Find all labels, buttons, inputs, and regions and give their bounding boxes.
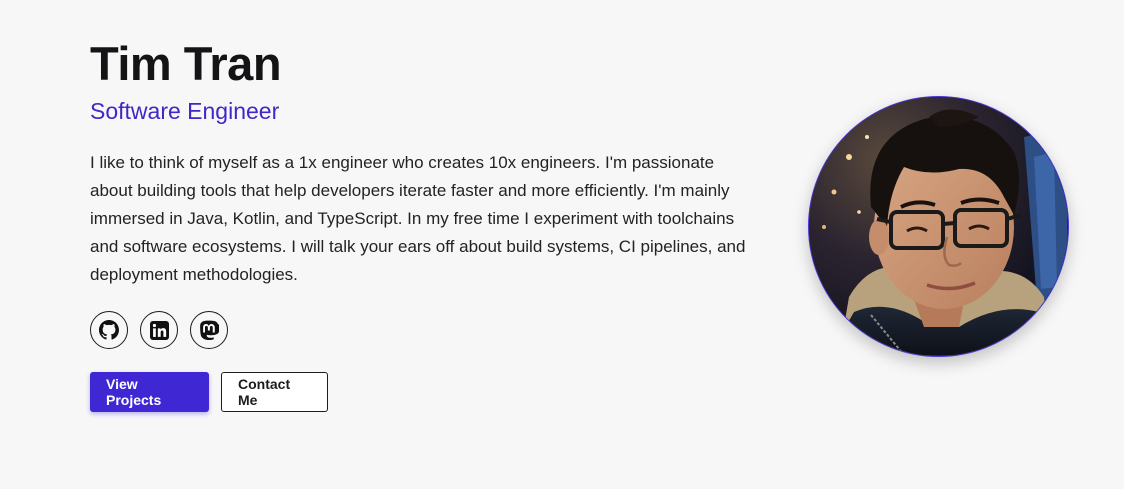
hero-section: Tim Tran Software Engineer I like to thi… [0, 0, 1124, 489]
person-name: Tim Tran [90, 37, 282, 90]
bio-paragraph: I like to think of myself as a 1x engine… [90, 153, 746, 284]
mastodon-icon [199, 320, 219, 340]
contact-me-button[interactable]: Contact Me [221, 372, 328, 412]
linkedin-link[interactable] [140, 311, 178, 349]
linkedin-icon [149, 320, 169, 340]
cta-buttons: View Projects Contact Me [90, 372, 760, 412]
github-icon [99, 320, 119, 340]
view-projects-button[interactable]: View Projects [90, 372, 209, 412]
hero-content: Tim Tran Software Engineer I like to thi… [90, 36, 760, 412]
social-links [90, 311, 760, 349]
job-title: Software Engineer [90, 98, 280, 124]
avatar-photo [809, 97, 1067, 355]
avatar [808, 96, 1069, 357]
github-link[interactable] [90, 311, 128, 349]
mastodon-link[interactable] [190, 311, 228, 349]
